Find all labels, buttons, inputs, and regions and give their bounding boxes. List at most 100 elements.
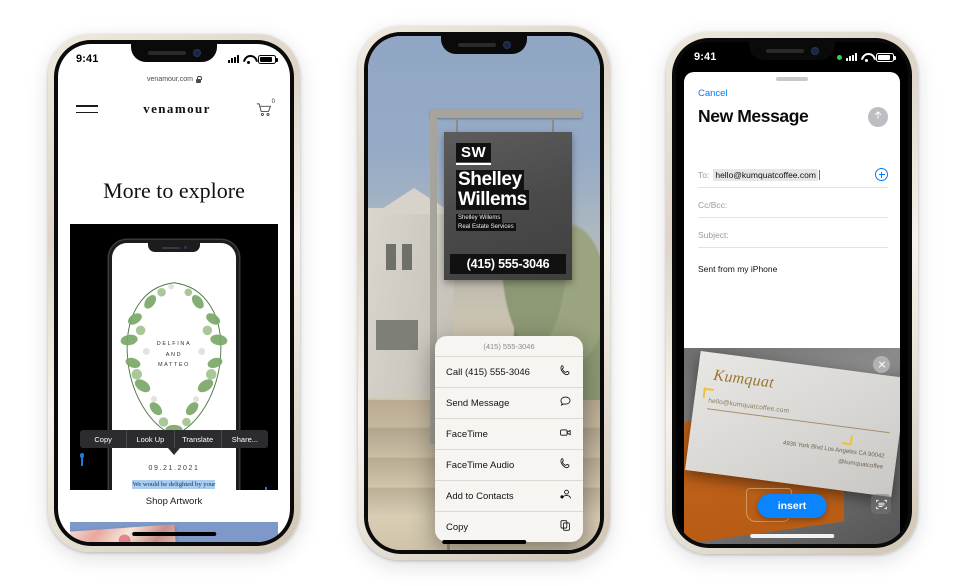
site-brand[interactable]: venamour <box>143 101 211 117</box>
real-estate-sign: SW Shelley Willems Shelley Willems Real … <box>444 132 572 280</box>
live-text-scanner-view: Kumquat hello@kumquatcoffee.com 4936 Yor… <box>684 348 900 544</box>
phone3-screen: 9:41 Cancel New Message To: hello@kumqua… <box>676 42 908 544</box>
context-item-call[interactable]: Call (415) 555-3046 <box>435 356 583 387</box>
shop-artwork-link[interactable]: Shop Artwork <box>58 496 290 507</box>
sign-sub-line1: Shelley Willems <box>456 214 503 223</box>
notch <box>131 44 217 62</box>
compose-title: New Message <box>698 106 809 126</box>
wifi-icon <box>861 53 872 62</box>
context-item-facetime[interactable]: FaceTime <box>435 418 583 449</box>
edit-menu-share[interactable]: Share... <box>222 430 268 448</box>
cancel-button[interactable]: Cancel <box>698 88 728 99</box>
phone1-bezel: 9:41 venamour.com venamour 0 More to exp… <box>54 40 294 546</box>
front-camera-icon <box>810 47 819 55</box>
sign-phone-number[interactable]: (415) 555-3046 <box>450 254 566 274</box>
phone-icon <box>559 364 572 380</box>
edit-menu-look-up[interactable]: Look Up <box>127 430 175 448</box>
address-bar-url: venamour.com <box>147 75 193 83</box>
subject-field[interactable]: Subject: <box>698 222 888 248</box>
battery-icon <box>876 52 896 62</box>
home-indicator[interactable] <box>132 532 216 536</box>
plus-circle-icon[interactable] <box>875 168 888 181</box>
context-item-facetime-audio[interactable]: FaceTime Audio <box>435 449 583 480</box>
wifi-icon <box>243 55 254 64</box>
phone-venamour-safari: 9:41 venamour.com venamour 0 More to exp… <box>48 34 300 552</box>
invite-name-2: MATTEO <box>157 362 191 369</box>
copy-icon <box>559 519 572 535</box>
to-field[interactable]: To: hello@kumquatcoffee.com <box>698 162 888 188</box>
context-item-copy[interactable]: Copy <box>435 511 583 542</box>
text-scan-icon[interactable] <box>871 494 891 514</box>
context-menu-header: (415) 555-3046 <box>483 342 535 351</box>
hamburger-menu-icon[interactable] <box>76 105 98 113</box>
front-camera-icon <box>192 49 201 57</box>
edit-menu-pointer <box>168 448 180 455</box>
selected-paragraph[interactable]: We would be delighted by your presence a… <box>124 480 224 490</box>
front-camera-icon <box>502 41 511 49</box>
status-time: 9:41 <box>694 51 717 63</box>
shopping-cart-icon[interactable]: 0 <box>256 98 275 117</box>
context-item-label: FaceTime Audio <box>446 459 515 471</box>
home-indicator[interactable] <box>442 540 526 544</box>
cc-bcc-placeholder: Cc/Bcc: <box>698 199 728 210</box>
address-bar[interactable]: venamour.com <box>58 70 290 88</box>
notch <box>749 42 835 60</box>
status-indicators <box>228 54 278 64</box>
compose-header: New Message <box>698 106 888 127</box>
live-text-context-menu: (415) 555-3046 Call (415) 555-3046 Send … <box>435 336 583 542</box>
artwork-card: DELFINA AND MATTEO 09.21.2021 We would b… <box>70 224 278 490</box>
send-arrow-up-icon <box>872 108 884 126</box>
context-item-label: Send Message <box>446 397 510 409</box>
earpiece-speaker <box>765 49 804 53</box>
status-indicators <box>837 52 896 62</box>
phone-icon <box>559 457 572 473</box>
cart-count-badge: 0 <box>271 98 275 105</box>
card-divider <box>707 408 890 434</box>
selection-handle-start[interactable] <box>79 453 85 466</box>
insert-button[interactable]: insert <box>757 494 827 518</box>
sheet-grabber[interactable] <box>776 77 808 81</box>
to-value: hello@kumquatcoffee.com <box>713 168 818 181</box>
lock-icon <box>195 75 202 83</box>
compose-sheet: Cancel New Message To: hello@kumquatcoff… <box>684 72 900 352</box>
phone2-bezel: SW Shelley Willems Shelley Willems Real … <box>364 32 604 554</box>
message-bubble-icon <box>559 395 572 411</box>
invite-conjunction: AND <box>165 351 183 358</box>
context-item-add-to-contacts[interactable]: Add to Contacts <box>435 480 583 511</box>
live-text-bracket-top-left <box>701 387 726 413</box>
green-dot-icon <box>837 54 842 60</box>
text-caret <box>818 169 820 180</box>
phone2-screen: SW Shelley Willems Shelley Willems Real … <box>368 36 600 550</box>
earpiece-speaker <box>147 51 186 55</box>
context-item-label: Add to Contacts <box>446 490 514 502</box>
notch <box>441 36 527 54</box>
battery-icon <box>258 54 278 64</box>
invite-name-1: DELFINA <box>156 341 192 347</box>
context-item-send-message[interactable]: Send Message <box>435 387 583 418</box>
inner-notch <box>148 243 200 252</box>
phone1-screen: 9:41 venamour.com venamour 0 More to exp… <box>58 44 290 542</box>
phone3-bezel: 9:41 Cancel New Message To: hello@kumqua… <box>672 38 912 548</box>
card-address: 4936 York Blvd Los Angeles CA 90042 <box>782 440 885 461</box>
cc-bcc-field[interactable]: Cc/Bcc: <box>698 192 888 218</box>
close-x-icon[interactable] <box>873 356 890 373</box>
sign-agent-name: Shelley Willems <box>456 170 529 210</box>
email-signature: Sent from my iPhone <box>698 264 778 274</box>
earpiece-speaker <box>457 43 496 47</box>
selection-handle-end[interactable] <box>265 487 267 490</box>
card-brand: Kumquat <box>712 366 776 392</box>
sign-sub-line2: Real Estate Services <box>456 222 516 232</box>
context-item-label: Call (415) 555-3046 <box>446 366 530 378</box>
phone-mail-compose: 9:41 Cancel New Message To: hello@kumqua… <box>666 32 918 554</box>
person-add-icon <box>559 488 572 504</box>
card-handle: @kumquatcoffee <box>837 459 884 471</box>
sign-monogram: SW <box>456 143 492 166</box>
send-button[interactable] <box>868 106 888 127</box>
home-indicator[interactable] <box>750 534 834 538</box>
selected-text: We would be delighted by your presence a… <box>130 481 218 490</box>
edit-menu-translate[interactable]: Translate <box>175 430 222 448</box>
live-text-bracket-bottom-right <box>830 421 855 446</box>
edit-menu-copy[interactable]: Copy <box>80 430 128 448</box>
text-edit-menu: Copy Look Up Translate Share... <box>80 430 268 448</box>
sign-name-line2: Willems <box>456 188 529 210</box>
